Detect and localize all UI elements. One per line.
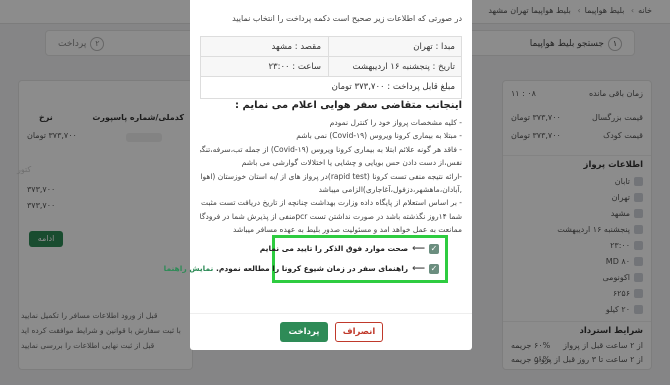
covid-guide-checkbox[interactable]: ✓ (429, 264, 439, 274)
rule-line: شما ۱۴روز نگذشته باشد در صورت نداشتن تست… (200, 211, 462, 221)
covid-guide-label: راهنمای سفر در زمان شیوع کرونا را مطالعه… (215, 264, 409, 273)
confirm-modal: در صورتی که اطلاعات زیر صحیح است دکمه پر… (164, 0, 472, 350)
cancel-button[interactable]: انصراف (335, 322, 383, 342)
destination-cell: مقصد : مشهد (271, 42, 321, 52)
confirmation-checkboxes: ✓⟵صحت موارد فوق الذکر را تایید می نمایم … (164, 235, 448, 283)
show-guide-link[interactable]: نمایش راهنما (164, 264, 214, 273)
declaration-title: اینجانب متقاضی سفر هوایی اعلام می نمایم … (235, 100, 462, 111)
route-row: مبدا : تهران مقصد : مشهد (201, 37, 461, 57)
rule-line: - فاقد هر گونه علائم ابتلا به بیماری کرو… (200, 144, 462, 154)
origin-cell: مبدا : تهران (413, 42, 455, 52)
rule-line: - کلیه مشخصات پرواز خود را کنترل نمودم (329, 118, 462, 127)
datetime-row: تاریخ : پنجشنبه ۱۶ اردیبهشت ساعت : ۲۳:۰۰ (201, 57, 461, 77)
arrow-left-icon: ⟵ (412, 264, 425, 274)
confirm-info-checkbox-row[interactable]: ✓ ⟵صحت موارد فوق الذکر را تایید می نمایم (260, 244, 439, 254)
flight-info-table: مبدا : تهران مقصد : مشهد تاریخ : پنجشنبه… (200, 36, 462, 99)
covid-guide-checkbox-row[interactable]: ✓ ⟵راهنمای سفر در زمان شیوع کرونا را مطال… (164, 264, 439, 274)
declaration-rules: - کلیه مشخصات پرواز خود را کنترل نمودم -… (200, 116, 462, 237)
confirm-info-label: صحت موارد فوق الذکر را تایید می نمایم (259, 244, 409, 253)
pay-button[interactable]: پرداخت (280, 322, 328, 342)
arrow-left-icon: ⟵ (412, 244, 425, 254)
modal-footer-divider (190, 313, 472, 314)
time-cell: ساعت : ۲۳:۰۰ (268, 62, 321, 72)
modal-intro: در صورتی که اطلاعات زیر صحیح است دکمه پر… (232, 14, 462, 23)
rule-line: نفس،از دست دادن حس بویایی و چشایی یا اخت… (241, 158, 462, 168)
rule-line: -ارائه نتیجه منفی تست کرونا (rapid test)… (200, 171, 462, 181)
amount-cell: مبلغ قابل پرداخت : ۳۷۳,۷۰۰ تومان (331, 82, 455, 92)
confirm-info-checkbox[interactable]: ✓ (429, 244, 439, 254)
date-cell: تاریخ : پنجشنبه ۱۶ اردیبهشت (352, 62, 455, 72)
rule-line: - مبتلا به بیماری کرونا ویروس (Covid-۱۹)… (296, 131, 462, 141)
amount-row: مبلغ قابل پرداخت : ۳۷۳,۷۰۰ تومان (201, 77, 461, 98)
rule-line: ,آبادان،ماهشهر،دزفول،آغاجاری)الزامی میبا… (318, 185, 462, 195)
rule-line: - بر اساس استعلام از پایگاه داده وزارت ب… (200, 198, 462, 208)
